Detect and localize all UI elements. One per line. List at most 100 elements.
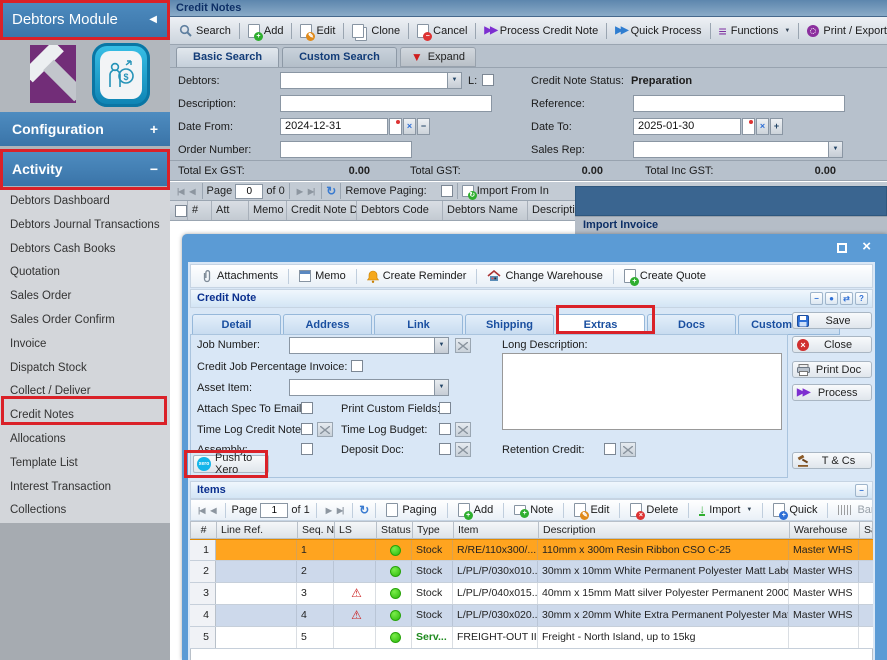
col-att[interactable]: Att (212, 201, 249, 220)
col-sal[interactable]: Sal (860, 522, 872, 538)
items-last-page-button[interactable]: ▶| (334, 506, 346, 515)
assembly-checkbox[interactable] (301, 443, 313, 455)
budget-shuffle-button[interactable] (455, 422, 471, 437)
deposit-doc-checkbox[interactable] (439, 443, 451, 455)
chevron-down-icon[interactable]: ▼ (447, 73, 461, 88)
sidebar-item-quotation[interactable]: Quotation (0, 261, 170, 285)
memo-button[interactable]: Memo (295, 268, 350, 284)
clear-date-button[interactable]: × (403, 118, 416, 135)
sidebar-item-template-list[interactable]: Template List (0, 452, 170, 476)
paging-button[interactable]: Paging (382, 501, 440, 519)
time-log-credit-note-checkbox[interactable] (301, 423, 313, 435)
tab-basic-search[interactable]: Basic Search (176, 47, 279, 67)
table-row[interactable]: 2 2 Stock L/PL/P/030x010... 30mm x 10mm … (190, 561, 873, 583)
close-button[interactable]: × Close (792, 336, 872, 353)
retention-credit-checkbox[interactable] (604, 443, 616, 455)
items-delete-button[interactable]: ×Delete (626, 501, 682, 519)
first-page-button[interactable]: |◀ (174, 187, 186, 196)
tab-docs[interactable]: Docs (647, 314, 736, 335)
save-button[interactable]: Save (792, 312, 872, 329)
retention-shuffle-button[interactable] (620, 442, 636, 457)
items-import-button[interactable]: ↓Import▼ (695, 502, 756, 518)
long-description-textarea[interactable] (502, 353, 782, 430)
calendar-icon[interactable] (389, 118, 402, 135)
maximize-icon[interactable] (837, 243, 847, 253)
table-row[interactable]: 3 3 ⚠ Stock L/PL/P/040x015... 40mm x 15m… (190, 583, 873, 605)
sidebar-item-sales-order[interactable]: Sales Order (0, 285, 170, 309)
sidebar-item-dispatch-stock[interactable]: Dispatch Stock (0, 357, 170, 381)
col-memo[interactable]: Memo (249, 201, 287, 220)
chevron-down-icon[interactable]: ▼ (434, 338, 448, 353)
l-checkbox[interactable] (482, 74, 494, 86)
change-warehouse-button[interactable]: Change Warehouse (483, 268, 606, 284)
import-from-invoice-label[interactable]: Import From In (477, 185, 549, 197)
date-to-input[interactable]: 2025-01-30 (633, 118, 741, 135)
deposit-shuffle-button[interactable] (455, 442, 471, 457)
time-log-shuffle-button[interactable] (317, 422, 333, 437)
terms-button[interactable]: T & Cs (792, 452, 872, 469)
tab-extras[interactable]: Extras (556, 314, 645, 335)
table-row[interactable]: 1 1 Stock R/RE/110x300/... 110mm x 300m … (190, 539, 873, 561)
remove-paging-checkbox[interactable] (441, 185, 453, 197)
tab-custom-search[interactable]: Custom Search (282, 47, 397, 67)
col-item[interactable]: Item (454, 522, 539, 538)
add-button[interactable]: + Add (244, 22, 288, 40)
date-from-input[interactable]: 2024-12-31 (280, 118, 388, 135)
print-export-button[interactable]: Print / Export ▼ (803, 23, 887, 39)
tab-link[interactable]: Link (374, 314, 463, 335)
next-page-button[interactable]: ▶ (294, 187, 305, 196)
search-button[interactable]: Search (175, 22, 235, 39)
refresh-icon[interactable]: ↻ (326, 184, 336, 198)
time-log-budget-checkbox[interactable] (439, 423, 451, 435)
tab-shipping[interactable]: Shipping (465, 314, 554, 335)
date-plus-button[interactable]: + (770, 118, 783, 135)
sidebar-item-debtors-dashboard[interactable]: Debtors Dashboard (0, 190, 170, 214)
create-quote-button[interactable]: + Create Quote (620, 267, 710, 285)
col-line-ref[interactable]: Line Ref. (217, 522, 298, 538)
attachments-button[interactable]: Attachments (197, 267, 282, 285)
col-description[interactable]: Description (539, 522, 790, 538)
items-note-button[interactable]: +Note (510, 502, 557, 518)
chevron-down-icon[interactable]: ▼ (434, 380, 448, 395)
select-all-checkbox[interactable] (175, 205, 187, 217)
sidebar-item-debtors-journal-transactions[interactable]: Debtors Journal Transactions (0, 214, 170, 238)
items-add-button[interactable]: +Add (454, 501, 498, 519)
process-credit-note-button[interactable]: ▶▶ Process Credit Note (480, 23, 602, 39)
cancel-button[interactable]: − Cancel (413, 22, 471, 40)
page-number-input[interactable] (235, 184, 263, 199)
create-reminder-button[interactable]: Create Reminder (363, 268, 471, 285)
job-shuffle-button[interactable] (455, 338, 471, 353)
credit-job-percentage-checkbox[interactable] (351, 360, 363, 372)
print-custom-fields-checkbox[interactable] (439, 402, 451, 414)
sidebar-item-debtors-cash-books[interactable]: Debtors Cash Books (0, 238, 170, 262)
sidebar-item-credit-notes[interactable]: Credit Notes (0, 404, 170, 428)
last-page-button[interactable]: ▶| (305, 187, 317, 196)
collapse-items-icon[interactable]: − (855, 484, 868, 497)
clear-date-button[interactable]: × (756, 118, 769, 135)
debtors-dropdown[interactable]: ▼ (280, 72, 462, 89)
sidebar-item-collect-deliver[interactable]: Collect / Deliver (0, 380, 170, 404)
tab-address[interactable]: Address (283, 314, 372, 335)
collapse-sidebar-icon[interactable]: ◀ (149, 0, 157, 40)
close-icon[interactable]: × (862, 238, 871, 255)
reference-input[interactable] (633, 95, 845, 112)
barcode-button[interactable]: Barcode (834, 502, 873, 518)
col-debtors-name[interactable]: Debtors Name (443, 201, 528, 220)
col-number[interactable]: # (191, 522, 217, 538)
swap-icon[interactable]: ⇄ (840, 292, 853, 305)
sidebar-item-allocations[interactable]: Allocations (0, 428, 170, 452)
calendar-icon[interactable] (742, 118, 755, 135)
col-credit-note-date[interactable]: Credit Note Date (287, 201, 357, 220)
attach-spec-checkbox[interactable] (301, 402, 313, 414)
table-row[interactable]: 5 5 Serv... FREIGHT-OUT II Freight - Nor… (190, 627, 873, 649)
expand-section-icon[interactable]: + (150, 112, 158, 146)
col-type[interactable]: Type (413, 522, 454, 538)
sidebar-module-header[interactable]: Debtors Module ◀ (0, 0, 170, 40)
quick-process-button[interactable]: ▶▶ Quick Process (611, 23, 705, 39)
sidebar-item-invoice[interactable]: Invoice (0, 333, 170, 357)
description-input[interactable] (280, 95, 492, 112)
sidebar-item-sales-order-confirm[interactable]: Sales Order Confirm (0, 309, 170, 333)
table-row[interactable]: 4 4 ⚠ Stock L/PL/P/030x020... 30mm x 20m… (190, 605, 873, 627)
sidebar-section-configuration[interactable]: Configuration + (0, 112, 170, 146)
items-edit-button[interactable]: ✎Edit (570, 501, 613, 519)
